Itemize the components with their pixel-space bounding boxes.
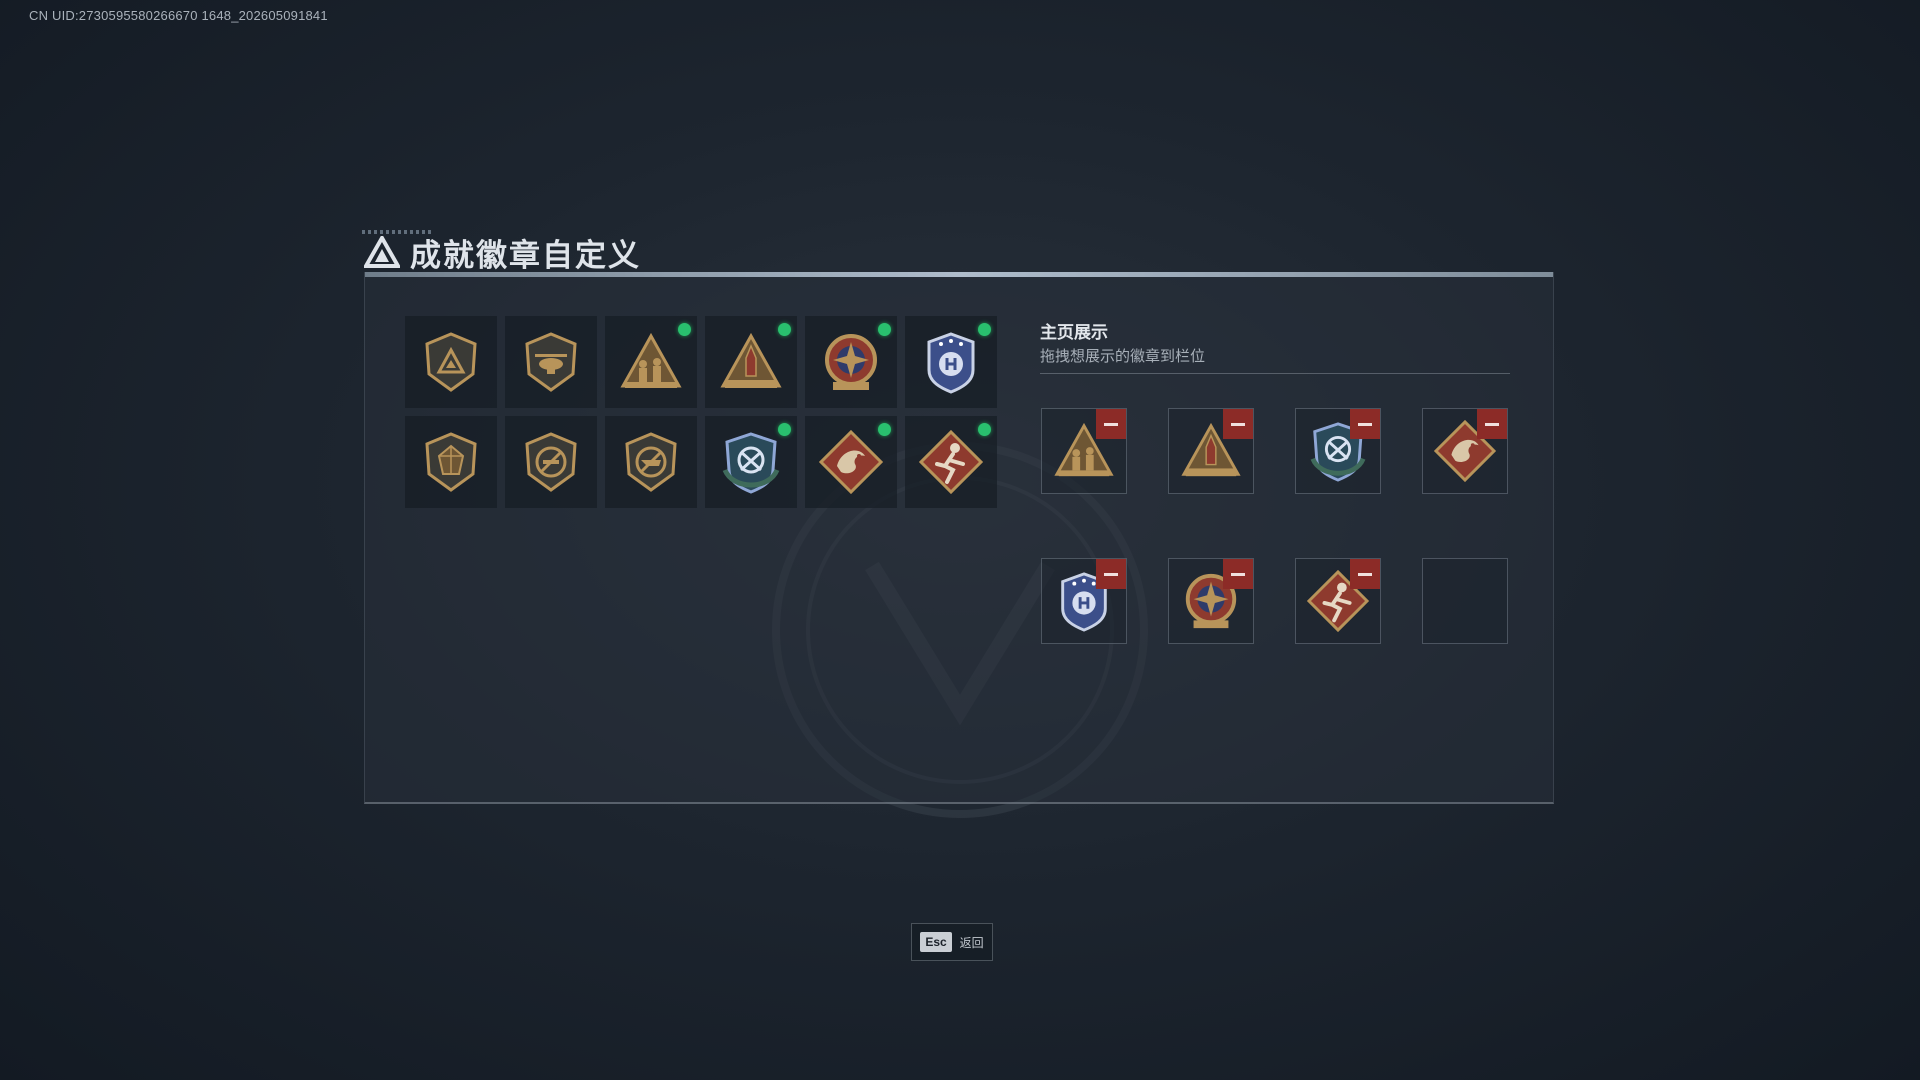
page-title: 成就徽章自定义 (410, 237, 641, 274)
green-blue-shield-badge-icon (719, 430, 783, 494)
showcase-slot[interactable] (1295, 408, 1381, 494)
showcase-subtitle: 拖拽想展示的徽章到栏位 (1040, 348, 1206, 365)
badge-item[interactable] (505, 416, 597, 508)
badge-item[interactable] (805, 416, 897, 508)
no-rifle-shield-badge-icon (619, 430, 683, 494)
showcase-slot[interactable] (1168, 408, 1254, 494)
badge-item[interactable] (905, 316, 997, 408)
showcase-title: 主页展示 (1040, 323, 1108, 342)
equipped-indicator (878, 423, 891, 436)
runner-diamond-badge-icon (919, 430, 983, 494)
dialog-header: 成就徽章自定义 (364, 232, 641, 274)
badge-item[interactable] (405, 416, 497, 508)
remove-badge-button[interactable] (1223, 409, 1253, 439)
showcase-slot[interactable] (1422, 408, 1508, 494)
rocket-triangle-badge-icon (719, 330, 783, 394)
showcase-divider (1040, 373, 1510, 374)
badge-item[interactable] (405, 316, 497, 408)
back-label: 返回 (959, 935, 984, 950)
badge-item[interactable] (605, 416, 697, 508)
showcase-slot[interactable] (1041, 408, 1127, 494)
showcase-slot[interactable] (1168, 558, 1254, 644)
equipped-indicator (878, 323, 891, 336)
uid-text: CN UID:2730595580266670 1648_20260509184… (29, 8, 328, 23)
equipped-indicator (978, 423, 991, 436)
dragon-diamond-badge-icon (819, 430, 883, 494)
badge-collection-grid (405, 316, 997, 508)
equipped-indicator (778, 323, 791, 336)
remove-badge-button[interactable] (1350, 409, 1380, 439)
no-weapon-shield-badge-icon (519, 430, 583, 494)
remove-badge-button[interactable] (1477, 409, 1507, 439)
badge-item[interactable] (505, 316, 597, 408)
panel-top-bar (365, 272, 1553, 277)
remove-badge-button[interactable] (1096, 559, 1126, 589)
showcase-slots (1041, 408, 1508, 644)
empty-showcase-slot[interactable] (1422, 558, 1508, 644)
badge-item[interactable] (805, 316, 897, 408)
badge-item[interactable] (905, 416, 997, 508)
badge-item[interactable] (605, 316, 697, 408)
showcase-slot[interactable] (1295, 558, 1381, 644)
remove-badge-button[interactable] (1096, 409, 1126, 439)
back-button[interactable]: Esc 返回 (911, 923, 993, 961)
equipped-indicator (778, 423, 791, 436)
soldiers-triangle-badge-icon (619, 330, 683, 394)
gem-shield-badge-icon (419, 430, 483, 494)
star-compass-badge-icon (819, 330, 883, 394)
blue-police-badge-icon (919, 330, 983, 394)
equipped-indicator (678, 323, 691, 336)
showcase-slot[interactable] (1041, 558, 1127, 644)
esc-key-hint: Esc (920, 932, 952, 952)
badge-item[interactable] (705, 416, 797, 508)
badge-customize-panel: 主页展示 拖拽想展示的徽章到栏位 (364, 272, 1554, 804)
remove-badge-button[interactable] (1223, 559, 1253, 589)
badge-item[interactable] (705, 316, 797, 408)
remove-badge-button[interactable] (1350, 559, 1380, 589)
helicopter-shield-badge-icon (519, 330, 583, 394)
delta-logo-icon (364, 236, 400, 268)
triangle-shield-badge-icon (419, 330, 483, 394)
equipped-indicator (978, 323, 991, 336)
